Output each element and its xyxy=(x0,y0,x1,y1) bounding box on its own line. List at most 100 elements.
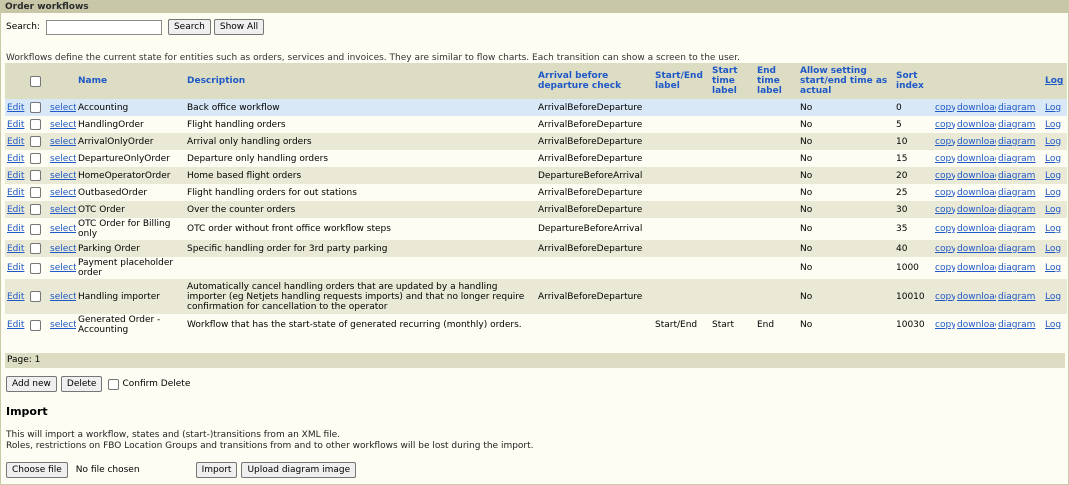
search-button[interactable]: Search xyxy=(167,19,211,35)
choose-file-button[interactable]: Choose file xyxy=(6,462,68,478)
copy-link[interactable]: copy xyxy=(935,263,955,273)
download-link[interactable]: download xyxy=(957,188,996,198)
header-name[interactable]: Name xyxy=(76,63,185,99)
row-checkbox[interactable] xyxy=(30,204,41,215)
edit-link[interactable]: Edit xyxy=(7,244,24,254)
select-all-checkbox[interactable] xyxy=(30,75,41,87)
log-link[interactable]: Log xyxy=(1045,224,1061,234)
edit-link[interactable]: Edit xyxy=(7,292,24,302)
select-link[interactable]: select xyxy=(50,205,76,215)
header-description[interactable]: Description xyxy=(185,63,536,99)
log-link[interactable]: Log xyxy=(1045,103,1061,113)
copy-link[interactable]: copy xyxy=(935,205,955,215)
download-link[interactable]: download xyxy=(957,205,996,215)
row-checkbox[interactable] xyxy=(30,119,41,130)
copy-link[interactable]: copy xyxy=(935,188,955,198)
row-checkbox[interactable] xyxy=(30,319,41,331)
row-checkbox[interactable] xyxy=(30,102,41,113)
diagram-link[interactable]: diagram xyxy=(998,188,1035,198)
edit-link[interactable]: Edit xyxy=(7,205,24,215)
select-link[interactable]: select xyxy=(50,137,76,147)
log-link[interactable]: Log xyxy=(1045,154,1061,164)
edit-link[interactable]: Edit xyxy=(7,224,24,234)
select-link[interactable]: select xyxy=(50,154,76,164)
copy-link[interactable]: copy xyxy=(935,320,955,330)
upload-diagram-button[interactable]: Upload diagram image xyxy=(241,462,357,478)
copy-link[interactable]: copy xyxy=(935,224,955,234)
header-start-time-label[interactable]: Start time label xyxy=(710,63,755,99)
edit-link[interactable]: Edit xyxy=(7,120,24,130)
diagram-link[interactable]: diagram xyxy=(998,292,1035,302)
diagram-link[interactable]: diagram xyxy=(998,244,1035,254)
copy-link[interactable]: copy xyxy=(935,171,955,181)
diagram-link[interactable]: diagram xyxy=(998,120,1035,130)
download-link[interactable]: download xyxy=(957,224,996,234)
confirm-delete-checkbox[interactable] xyxy=(108,378,120,390)
copy-link[interactable]: copy xyxy=(935,103,955,113)
download-link[interactable]: download xyxy=(957,320,996,330)
copy-link[interactable]: copy xyxy=(935,120,955,130)
select-link[interactable]: select xyxy=(50,263,76,273)
delete-button[interactable]: Delete xyxy=(60,376,103,392)
row-checkbox[interactable] xyxy=(30,291,41,302)
log-link[interactable]: Log xyxy=(1045,137,1061,147)
header-end-time-label[interactable]: End time label xyxy=(755,63,798,99)
diagram-link[interactable]: diagram xyxy=(998,224,1035,234)
download-link[interactable]: download xyxy=(957,103,996,113)
row-checkbox[interactable] xyxy=(30,262,41,274)
diagram-link[interactable]: diagram xyxy=(998,205,1035,215)
header-start-end-label[interactable]: Start/End label xyxy=(653,63,710,99)
download-link[interactable]: download xyxy=(957,154,996,164)
edit-link[interactable]: Edit xyxy=(7,188,24,198)
select-link[interactable]: select xyxy=(50,292,76,302)
row-checkbox[interactable] xyxy=(30,223,41,235)
row-checkbox[interactable] xyxy=(30,153,41,164)
header-log-link[interactable]: Log xyxy=(1045,76,1063,86)
diagram-link[interactable]: diagram xyxy=(998,263,1035,273)
download-link[interactable]: download xyxy=(957,137,996,147)
download-link[interactable]: download xyxy=(957,171,996,181)
header-sort-index[interactable]: Sort index xyxy=(894,63,933,99)
select-link[interactable]: select xyxy=(50,171,76,181)
log-link[interactable]: Log xyxy=(1045,292,1061,302)
log-link[interactable]: Log xyxy=(1045,205,1061,215)
header-allow-setting[interactable]: Allow setting start/end time as actual xyxy=(798,63,894,99)
edit-link[interactable]: Edit xyxy=(7,137,24,147)
download-link[interactable]: download xyxy=(957,120,996,130)
download-link[interactable]: download xyxy=(957,244,996,254)
log-link[interactable]: Log xyxy=(1045,171,1061,181)
diagram-link[interactable]: diagram xyxy=(998,103,1035,113)
row-checkbox[interactable] xyxy=(30,136,41,147)
download-link[interactable]: download xyxy=(957,292,996,302)
edit-link[interactable]: Edit xyxy=(7,171,24,181)
log-link[interactable]: Log xyxy=(1045,263,1061,273)
copy-link[interactable]: copy xyxy=(935,154,955,164)
diagram-link[interactable]: diagram xyxy=(998,320,1035,330)
log-link[interactable]: Log xyxy=(1045,120,1061,130)
select-link[interactable]: select xyxy=(50,320,76,330)
import-button[interactable]: Import xyxy=(195,462,238,478)
download-link[interactable]: download xyxy=(957,263,996,273)
diagram-link[interactable]: diagram xyxy=(998,171,1035,181)
select-link[interactable]: select xyxy=(50,224,76,234)
select-link[interactable]: select xyxy=(50,120,76,130)
diagram-link[interactable]: diagram xyxy=(998,137,1035,147)
edit-link[interactable]: Edit xyxy=(7,154,24,164)
diagram-link[interactable]: diagram xyxy=(998,154,1035,164)
row-checkbox[interactable] xyxy=(30,187,41,198)
add-new-button[interactable]: Add new xyxy=(6,376,57,392)
select-link[interactable]: select xyxy=(50,103,76,113)
edit-link[interactable]: Edit xyxy=(7,103,24,113)
copy-link[interactable]: copy xyxy=(935,244,955,254)
row-checkbox[interactable] xyxy=(30,170,41,181)
edit-link[interactable]: Edit xyxy=(7,320,24,330)
select-link[interactable]: select xyxy=(50,244,76,254)
copy-link[interactable]: copy xyxy=(935,292,955,302)
copy-link[interactable]: copy xyxy=(935,137,955,147)
log-link[interactable]: Log xyxy=(1045,320,1061,330)
confirm-delete-toggle[interactable]: Confirm Delete xyxy=(108,378,190,390)
log-link[interactable]: Log xyxy=(1045,188,1061,198)
select-link[interactable]: select xyxy=(50,188,76,198)
search-input[interactable] xyxy=(45,19,162,35)
row-checkbox[interactable] xyxy=(30,243,41,254)
